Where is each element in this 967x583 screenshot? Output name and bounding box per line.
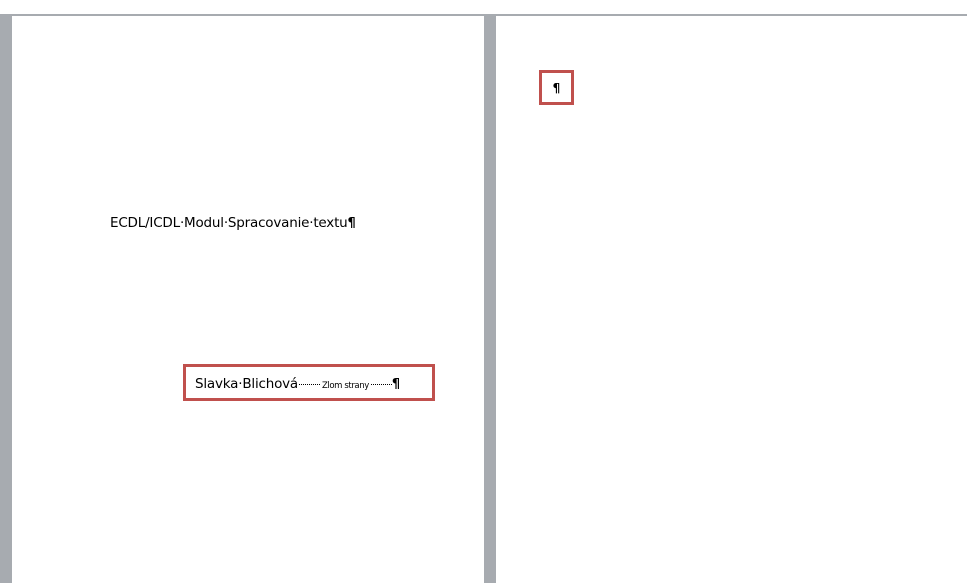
- document-page-1[interactable]: ECDL/ICDL·Modul·Spracovanie·textu¶ Slavk…: [12, 16, 484, 583]
- empty-paragraph-highlight: ¶: [539, 70, 574, 105]
- page-break-label: Zlom strany: [322, 381, 369, 391]
- paragraph-mark-icon: ¶: [347, 216, 356, 231]
- page-break-marker[interactable]: Zlom strany: [299, 381, 392, 391]
- document-title-text: ECDL/ICDL·Modul·Spracovanie·textu: [110, 215, 348, 231]
- paragraph-mark-icon[interactable]: ¶: [553, 81, 561, 95]
- author-page-break-highlight: Slavka·Blichová Zlom strany ¶: [183, 364, 435, 401]
- document-page-2[interactable]: ¶: [496, 16, 967, 583]
- author-name-text: Slavka·Blichová: [195, 376, 298, 392]
- author-paragraph[interactable]: Slavka·Blichová Zlom strany ¶: [195, 376, 400, 392]
- document-title-paragraph[interactable]: ECDL/ICDL·Modul·Spracovanie·textu¶: [110, 215, 356, 231]
- page-break-dotted-line-right: [370, 384, 392, 385]
- paragraph-mark-icon: ¶: [391, 377, 400, 392]
- page-break-dotted-line-left: [299, 384, 320, 385]
- document-workspace: ECDL/ICDL·Modul·Spracovanie·textu¶ Slavk…: [0, 0, 967, 583]
- workspace-top-strip: [0, 0, 967, 14]
